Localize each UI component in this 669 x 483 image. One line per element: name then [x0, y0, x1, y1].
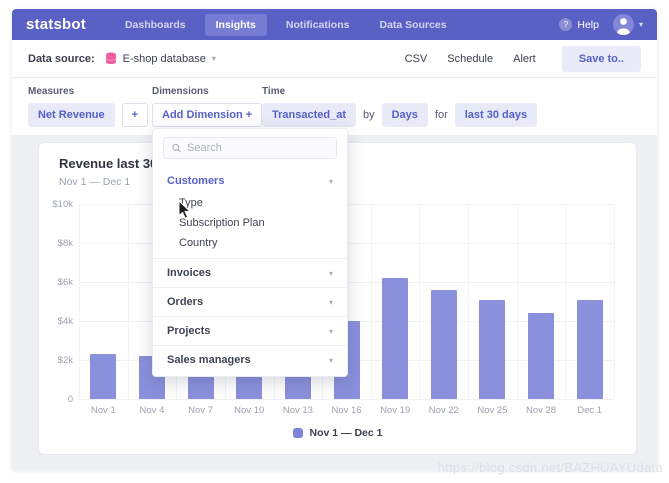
- gridline-vertical: [565, 204, 567, 399]
- nav-item-insights[interactable]: Insights: [204, 13, 267, 36]
- y-tick-label: $6k: [57, 277, 73, 288]
- dimension-dropdown: Customers ▾ Type Subscription Plan Count…: [152, 128, 348, 377]
- y-tick-label: $2k: [57, 355, 73, 366]
- csv-button[interactable]: CSV: [405, 53, 428, 65]
- dropdown-section-customers[interactable]: Customers ▾: [153, 169, 347, 193]
- nav-item-dashboards[interactable]: Dashboards: [114, 14, 197, 36]
- screenshot-root: statsbot Dashboards Insights Notificatio…: [0, 0, 669, 483]
- bar-nov-28[interactable]: [528, 313, 555, 399]
- user-menu-button[interactable]: ▾: [612, 14, 643, 35]
- for-text: for: [434, 109, 448, 121]
- chevron-down-icon: ▾: [328, 268, 333, 278]
- chevron-down-icon: ▾: [328, 326, 333, 336]
- bar-dec-1[interactable]: [576, 299, 603, 399]
- chart-subtitle: Nov 1 — Dec 1: [59, 176, 131, 188]
- bar-nov-22[interactable]: [430, 289, 457, 399]
- legend-label: Nov 1 — Dec 1: [309, 427, 383, 439]
- y-axis: $10k $8k $6k $4k $2k 0: [39, 199, 73, 405]
- chart-legend: Nov 1 — Dec 1: [39, 427, 636, 439]
- chevron-down-icon: ▾: [211, 54, 216, 63]
- bar-nov-25[interactable]: [479, 299, 506, 399]
- gridline-vertical: [79, 204, 80, 399]
- schedule-button[interactable]: Schedule: [447, 53, 493, 65]
- nav-right-group: ? Help ▾: [559, 14, 643, 35]
- time-field-pill[interactable]: Transacted_at: [262, 103, 356, 127]
- chevron-down-icon: ▾: [328, 176, 333, 186]
- dropdown-item-country[interactable]: Country: [153, 233, 347, 253]
- alert-button[interactable]: Alert: [513, 53, 536, 65]
- y-tick-label: $4k: [57, 316, 73, 327]
- y-tick-label: $8k: [57, 238, 73, 249]
- time-group: Time Transacted_at by Days for last 30 d…: [262, 86, 538, 127]
- dropdown-section-projects[interactable]: Projects ▾: [153, 317, 347, 345]
- gridline-horizontal: [79, 399, 614, 400]
- toolbar-actions: CSV Schedule Alert Save to..: [405, 45, 641, 72]
- help-label: Help: [577, 18, 599, 31]
- dropdown-section-invoices[interactable]: Invoices ▾: [153, 259, 347, 287]
- gridline-vertical: [419, 204, 421, 399]
- x-axis: Nov 1 Nov 4 Nov 7 Nov 10 Nov 13 Nov 16 Nov 19 N…: [79, 405, 614, 418]
- dimensions-label: Dimensions: [152, 86, 209, 97]
- save-to-button[interactable]: Save to..: [561, 45, 641, 72]
- legend-swatch: [292, 428, 303, 438]
- nav-item-notifications[interactable]: Notifications: [275, 14, 361, 36]
- measure-pill-net-revenue[interactable]: Net Revenue: [28, 103, 115, 127]
- gridline-vertical: [516, 204, 518, 399]
- mouse-cursor-icon: [178, 200, 192, 219]
- gridline-vertical: [614, 204, 615, 399]
- measures-label: Measures: [28, 86, 75, 97]
- chart-title: Revenue last 30: [59, 156, 158, 171]
- watermark-text: https://blog.csdn.net/BAZHUAYUdata: [437, 460, 663, 475]
- by-text: by: [362, 109, 375, 121]
- toolbar: Data source: E-shop database ▾ CSV Sched…: [12, 40, 657, 78]
- y-tick-label: 0: [67, 394, 73, 405]
- gridline-vertical: [468, 204, 470, 399]
- help-button[interactable]: ? Help: [559, 18, 599, 31]
- database-icon: [105, 52, 117, 65]
- query-builder-bar: Measures Net Revenue + Dimensions Add Di…: [12, 78, 657, 135]
- date-range-pill[interactable]: last 30 days: [454, 103, 538, 127]
- bar-nov-1[interactable]: [90, 354, 117, 399]
- granularity-pill[interactable]: Days: [381, 103, 428, 127]
- question-icon: ?: [559, 18, 573, 31]
- data-source-selector[interactable]: E-shop database ▾: [105, 52, 216, 65]
- search-icon: [172, 143, 181, 153]
- nav-item-data-sources[interactable]: Data Sources: [368, 14, 457, 36]
- bar-nov-19[interactable]: [382, 278, 409, 399]
- gridline-vertical: [127, 204, 129, 399]
- y-tick-label: $10k: [52, 199, 73, 210]
- dropdown-section-sales-managers[interactable]: Sales managers ▾: [153, 346, 347, 374]
- data-source-value: E-shop database: [122, 52, 206, 65]
- add-measure-button[interactable]: +: [121, 103, 149, 127]
- chevron-down-icon: ▾: [328, 297, 333, 307]
- user-avatar-icon: [612, 14, 634, 35]
- app-logo: statsbot: [26, 16, 86, 33]
- chevron-down-icon: ▾: [638, 20, 643, 29]
- top-nav: statsbot Dashboards Insights Notificatio…: [12, 9, 657, 40]
- dropdown-search[interactable]: [163, 137, 337, 159]
- gridline-vertical: [370, 204, 372, 399]
- measures-group: Measures Net Revenue +: [28, 86, 149, 127]
- dropdown-search-input[interactable]: [187, 142, 328, 154]
- add-dimension-button[interactable]: Add Dimension +: [152, 103, 263, 127]
- chevron-down-icon: ▾: [328, 355, 333, 365]
- dimensions-group: Dimensions Add Dimension +: [152, 86, 263, 127]
- time-label: Time: [262, 86, 286, 97]
- dropdown-section-orders[interactable]: Orders ▾: [153, 288, 347, 316]
- data-source-label: Data source:: [28, 52, 95, 65]
- x-tick-label: Dec 1: [577, 405, 603, 416]
